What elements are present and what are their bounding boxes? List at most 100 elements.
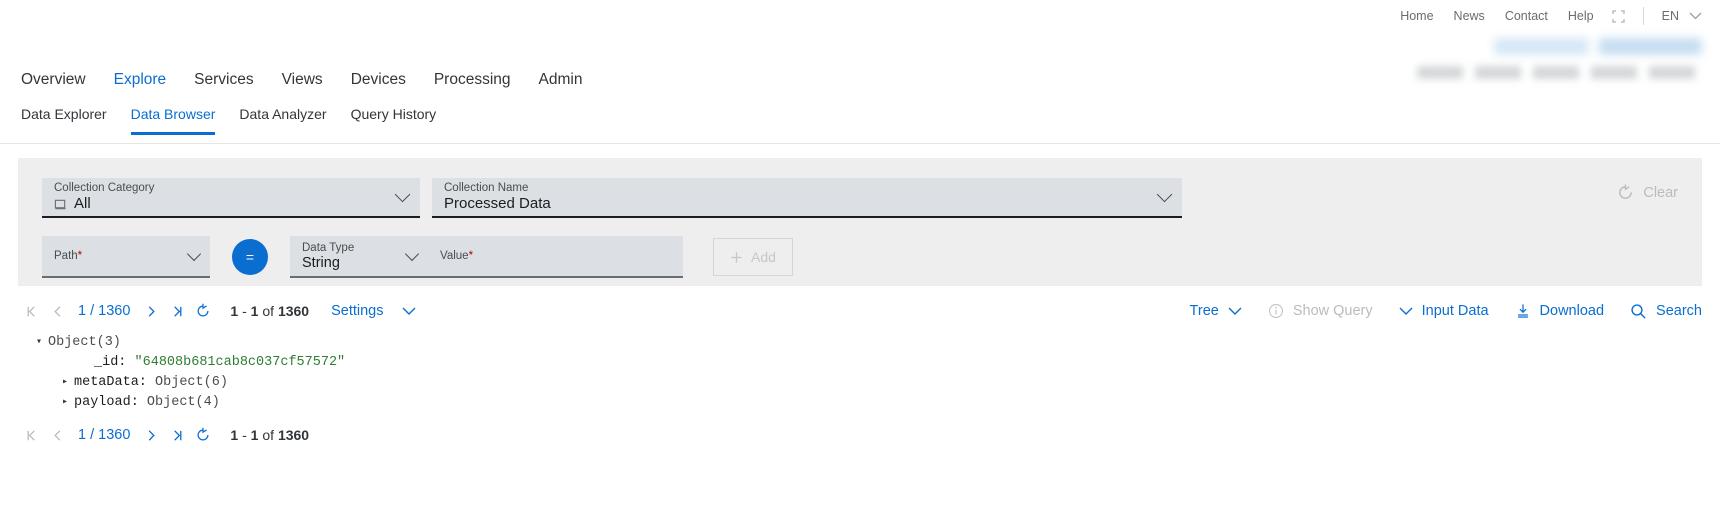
settings-dropdown[interactable]: Settings	[331, 303, 415, 319]
plus-icon	[731, 251, 742, 263]
collection-category-select[interactable]: Collection Category All	[42, 178, 420, 218]
previous-page-button[interactable]	[44, 298, 70, 324]
show-query-button[interactable]: Show Query	[1268, 303, 1373, 319]
collection-name-select[interactable]: Collection Name Processed Data	[432, 178, 1182, 218]
expand-toggle-icon[interactable]	[36, 333, 48, 353]
collection-icon	[54, 199, 66, 209]
tree-row-metadata[interactable]: metaData: Object(6)	[36, 373, 1702, 393]
next-page-button-bottom[interactable]	[138, 422, 164, 448]
info-icon	[1268, 303, 1283, 319]
path-label: Path*	[54, 250, 83, 262]
nav-item-views[interactable]: Views	[282, 71, 323, 92]
utility-link-help[interactable]: Help	[1568, 9, 1594, 23]
language-selector[interactable]: EN	[1662, 9, 1702, 23]
data-type-select[interactable]: Data Type String	[290, 236, 428, 278]
input-data-label: Input Data	[1421, 303, 1489, 319]
tree-key-payload: payload:	[74, 395, 139, 410]
search-label: Search	[1656, 303, 1702, 319]
tree-row-id: _id: "64808b681cab8c037cf57572"	[36, 353, 1702, 373]
refresh-button-bottom[interactable]	[190, 422, 216, 448]
nav-item-admin[interactable]: Admin	[539, 71, 583, 92]
nav-item-processing[interactable]: Processing	[434, 71, 511, 92]
utility-link-news[interactable]: News	[1454, 9, 1485, 23]
collection-selectors-row: Collection Category All Collection Name …	[42, 178, 1678, 218]
tree-root-label: Object(3)	[48, 335, 121, 350]
search-icon	[1631, 303, 1646, 319]
add-filter-button[interactable]: Add	[713, 238, 793, 276]
view-mode-label: Tree	[1189, 303, 1219, 319]
tree-root-node[interactable]: Object(3)	[36, 333, 1702, 353]
collection-category-value-wrap: All	[54, 195, 408, 213]
tree-key-metadata: metaData:	[74, 375, 147, 390]
page-indicator-bottom[interactable]: 1 / 1360	[70, 427, 138, 443]
expand-toggle-icon[interactable]	[62, 393, 74, 413]
chevron-down-icon	[1399, 307, 1413, 315]
previous-page-button-bottom[interactable]	[44, 422, 70, 448]
tree-value-payload: Object(4)	[146, 395, 220, 410]
fullscreen-icon[interactable]	[1611, 9, 1625, 23]
collection-category-value: All	[74, 195, 91, 212]
next-page-button[interactable]	[138, 298, 164, 324]
tab-data-explorer[interactable]: Data Explorer	[21, 106, 107, 135]
tab-data-analyzer[interactable]: Data Analyzer	[239, 106, 326, 135]
show-query-label: Show Query	[1292, 303, 1373, 319]
language-label: EN	[1661, 9, 1679, 23]
operator-button[interactable]: =	[232, 239, 268, 275]
utility-link-home[interactable]: Home	[1400, 9, 1433, 23]
pagination-bottom: 1 / 1360 1 - 1 of 1360	[18, 420, 1702, 450]
tree-key-id: _id:	[94, 355, 127, 370]
nav-item-explore[interactable]: Explore	[114, 71, 167, 92]
last-page-button-bottom[interactable]	[164, 422, 190, 448]
nav-item-devices[interactable]: Devices	[351, 71, 406, 92]
utility-link-contact[interactable]: Contact	[1505, 9, 1548, 23]
last-page-button[interactable]	[164, 298, 190, 324]
clear-button[interactable]: Clear	[1617, 184, 1678, 201]
data-type-value: String	[302, 254, 340, 271]
pagination-bottom-group: 1 / 1360 1 - 1 of 1360	[18, 422, 309, 448]
search-button[interactable]: Search	[1630, 303, 1702, 320]
nav-item-overview[interactable]: Overview	[21, 71, 86, 92]
first-page-button-bottom[interactable]	[18, 422, 44, 448]
add-filter-label: Add	[751, 249, 776, 265]
chevron-down-icon	[1689, 12, 1702, 20]
path-select[interactable]: Path*	[42, 236, 210, 278]
download-button[interactable]: Download	[1515, 303, 1605, 319]
filter-panel: Collection Category All Collection Name …	[18, 158, 1702, 286]
query-builder-row: Path* = Data Type String Value* Add	[42, 236, 793, 278]
value-input[interactable]: Value*	[428, 236, 683, 278]
collection-category-label: Collection Category	[54, 182, 155, 194]
utility-divider	[1642, 7, 1644, 25]
refresh-icon	[197, 427, 209, 441]
first-page-button[interactable]	[18, 298, 44, 324]
input-data-dropdown[interactable]: Input Data	[1399, 303, 1489, 319]
tree-value-id: "64808b681cab8c037cf57572"	[134, 355, 346, 370]
result-range: 1 - 1 of 1360	[230, 303, 310, 319]
collection-name-value: Processed Data	[444, 195, 551, 212]
json-tree-viewer: Object(3) _id: "64808b681cab8c037cf57572…	[36, 333, 1702, 413]
main-navigation: Overview Explore Services Views Devices …	[0, 60, 1720, 102]
tab-query-history[interactable]: Query History	[351, 106, 437, 135]
sub-navigation: Data Explorer Data Browser Data Analyzer…	[0, 106, 1720, 144]
collection-name-label: Collection Name	[444, 182, 529, 194]
view-mode-dropdown[interactable]: Tree	[1190, 303, 1242, 319]
result-range-bottom: 1 - 1 of 1360	[230, 427, 310, 443]
tab-data-browser[interactable]: Data Browser	[130, 106, 216, 135]
view-actions: Tree Show Query Input Data Download Sear…	[1164, 303, 1702, 320]
expand-toggle-icon[interactable]	[62, 373, 74, 393]
download-label: Download	[1539, 303, 1605, 319]
tree-value-metadata: Object(6)	[155, 375, 228, 390]
nav-item-services[interactable]: Services	[194, 71, 253, 92]
value-label: Value*	[440, 250, 474, 262]
refresh-icon	[197, 303, 209, 317]
app-page: Home News Contact Help EN Overview Explo…	[0, 0, 1720, 508]
reset-icon	[1619, 184, 1633, 199]
redacted-line-1	[1494, 38, 1702, 55]
chevron-down-icon	[402, 307, 415, 315]
tree-row-payload[interactable]: payload: Object(4)	[36, 393, 1702, 413]
refresh-button[interactable]	[190, 298, 216, 324]
pagination-top: 1 / 1360 1 - 1 of 1360 Settings	[18, 298, 416, 324]
download-icon	[1517, 304, 1528, 318]
results-toolbar: 1 / 1360 1 - 1 of 1360 Settings Tree Sho…	[18, 296, 1702, 326]
settings-label: Settings	[331, 303, 384, 319]
page-indicator[interactable]: 1 / 1360	[70, 303, 138, 319]
